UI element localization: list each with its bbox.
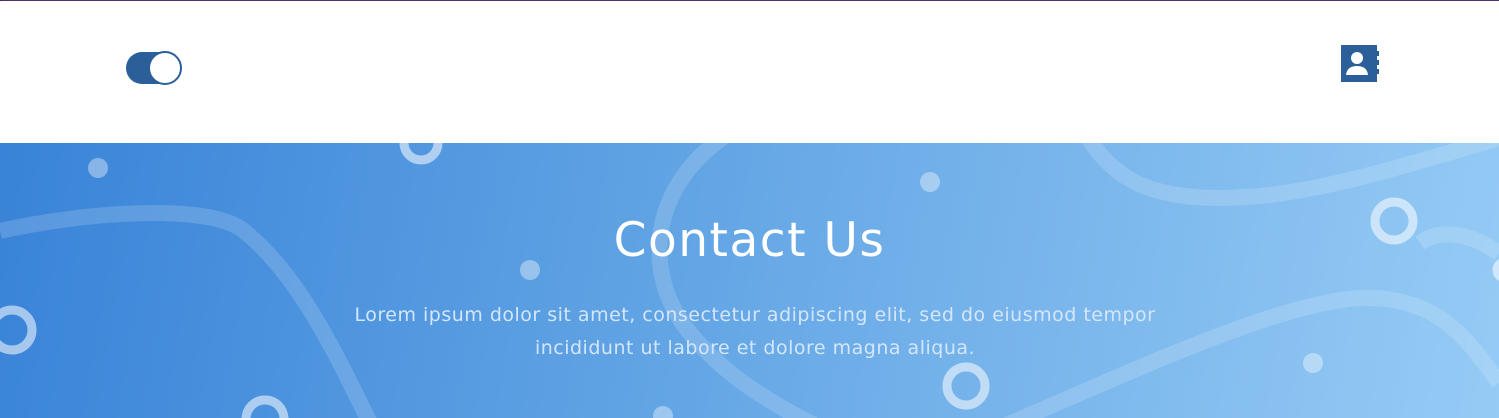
toggle-logo-icon[interactable] [125, 51, 183, 85]
contact-card-icon[interactable] [1340, 45, 1379, 83]
page-title: Contact Us [613, 213, 886, 268]
hero-banner: Contact Us Lorem ipsum dolor sit amet, c… [0, 143, 1499, 418]
site-header [0, 1, 1499, 143]
hero-description: Lorem ipsum dolor sit amet, consectetur … [354, 304, 1156, 359]
hero-background-decoration [0, 143, 1499, 418]
